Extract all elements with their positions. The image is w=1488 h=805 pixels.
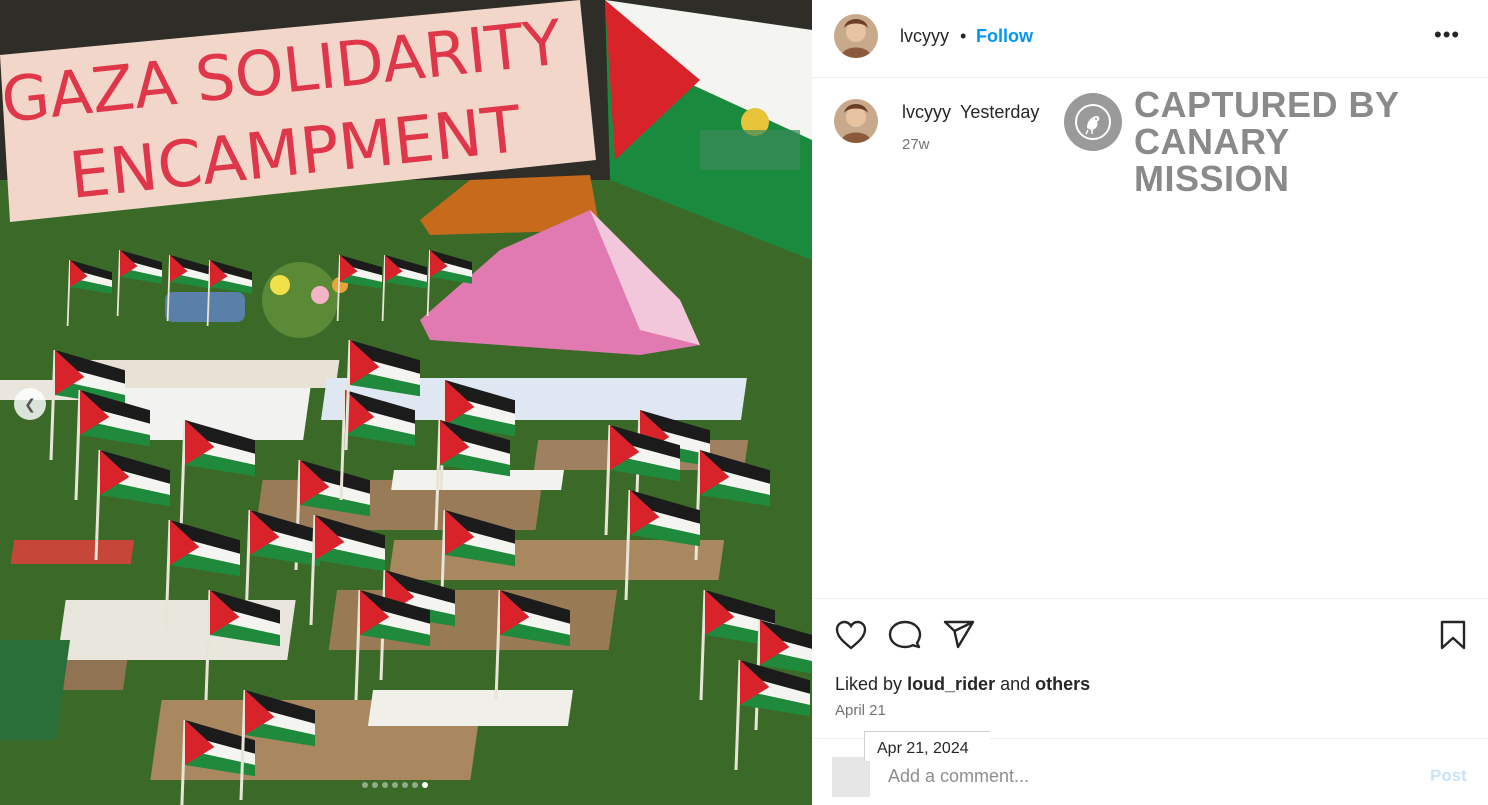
avatar[interactable]: [834, 14, 878, 58]
liked-others-link[interactable]: others: [1035, 674, 1090, 694]
date-tooltip: Apr 21, 2024: [864, 731, 990, 761]
previous-image-button[interactable]: ❮: [14, 388, 46, 420]
lawn-sign: [10, 540, 135, 564]
watermark-text: CAPTURED BY CANARY MISSION: [1134, 86, 1444, 197]
carousel-dot: [362, 782, 368, 788]
caption-age[interactable]: 27w: [902, 136, 930, 153]
current-user-avatar: [832, 757, 870, 797]
likes-summary: Liked by loud_rider and others: [835, 674, 1090, 695]
separator-dot: •: [960, 26, 967, 46]
carousel-dot: [382, 782, 388, 788]
protest-scene-image: GAZA SOLIDARITYENCAMPMENT: [0, 0, 812, 805]
comment-icon[interactable]: [888, 619, 922, 651]
post-author-username[interactable]: lvcyyy: [900, 26, 949, 47]
caption-username[interactable]: lvcyyy: [902, 102, 951, 123]
post-actions: [812, 598, 1488, 668]
post-details-panel: lvcyyy • Follow ••• lvcyyy Yesterday 27w…: [812, 0, 1488, 805]
liked-and-label: and: [1000, 674, 1031, 694]
profile-picture-icon: [834, 14, 878, 58]
caption-text: Yesterday: [960, 102, 1040, 122]
canary-bird-icon: [1064, 93, 1122, 151]
post-comment-button[interactable]: Post: [1430, 766, 1467, 786]
carousel-dot: [402, 782, 408, 788]
caption-avatar[interactable]: [834, 99, 878, 143]
watermark-line-2: CANARY MISSION: [1134, 121, 1290, 199]
follow-button[interactable]: Follow: [976, 26, 1033, 47]
carousel-dot: [372, 782, 378, 788]
share-icon[interactable]: [942, 619, 976, 651]
liked-by-user-link[interactable]: loud_rider: [907, 674, 995, 694]
liked-by-label: Liked by: [835, 674, 903, 694]
more-options-icon[interactable]: •••: [1434, 22, 1460, 48]
carousel-dot: [392, 782, 398, 788]
canary-mission-watermark: CAPTURED BY CANARY MISSION: [1064, 86, 1444, 197]
profile-picture-icon: [834, 99, 878, 143]
lawn-sign: [367, 690, 574, 726]
carousel-indicator: [362, 782, 428, 788]
chevron-left-icon: ❮: [24, 395, 36, 412]
post-photo[interactable]: GAZA SOLIDARITY ENCAMPMENT ❮: [0, 0, 812, 805]
carousel-dot: [412, 782, 418, 788]
lawn-sign: [391, 470, 564, 490]
bookmark-icon[interactable]: [1438, 619, 1468, 651]
post-date[interactable]: April 21: [835, 702, 886, 719]
carousel-dot: [422, 782, 428, 788]
heart-icon[interactable]: [834, 619, 868, 651]
comment-input[interactable]: [888, 763, 1368, 789]
post-header: lvcyyy • Follow •••: [812, 0, 1488, 78]
lawn-sign: [388, 540, 725, 580]
watermark-line-1: CAPTURED BY: [1134, 84, 1400, 125]
